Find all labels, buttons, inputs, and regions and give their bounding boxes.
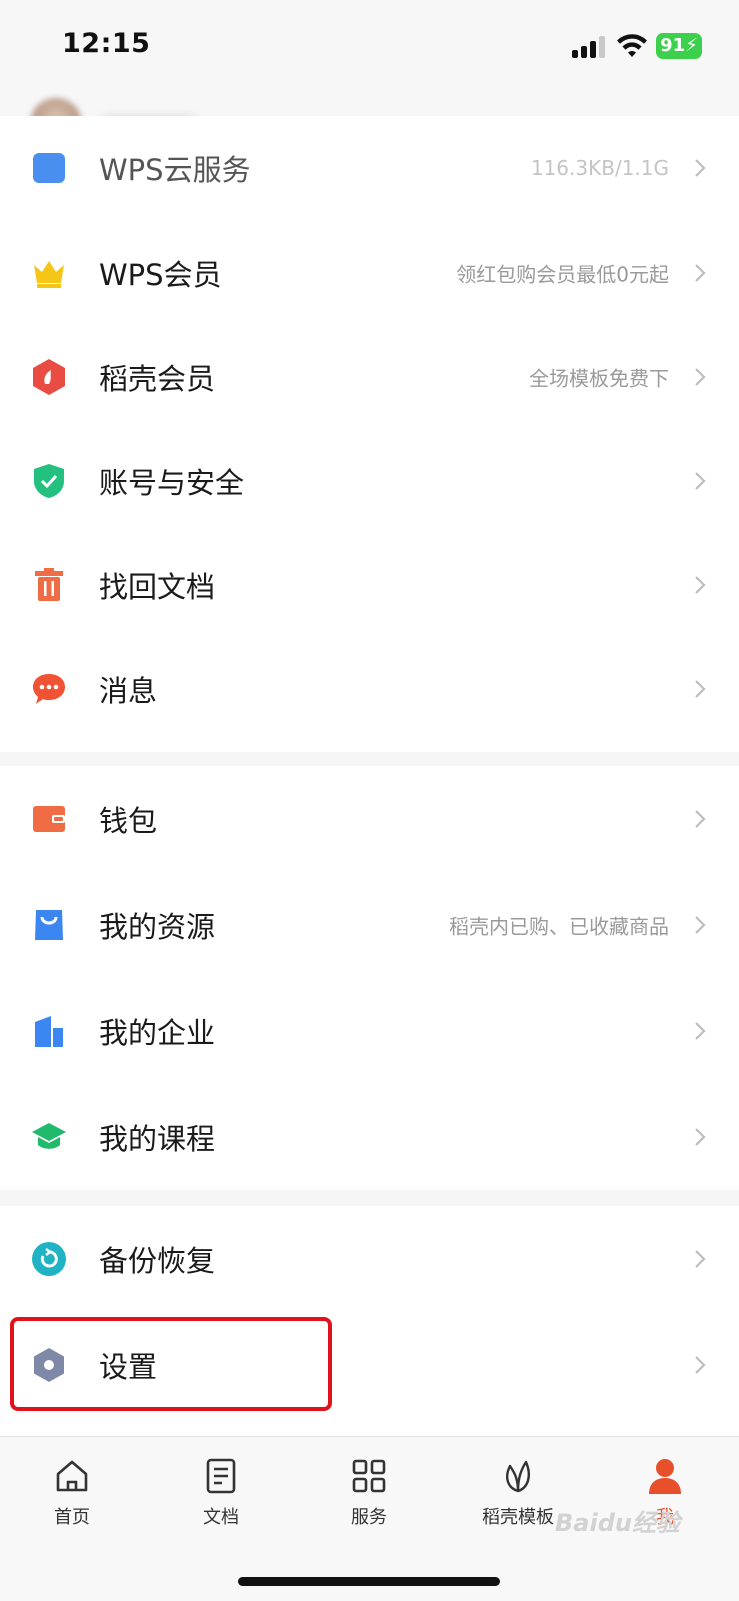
home-icon	[12, 1453, 132, 1499]
menu-group-account: WPS云服务 116.3KB/1.1G WPS会员 领红包购会员最低0元起 稻壳…	[0, 116, 739, 752]
tab-label: 首页	[54, 1507, 90, 1528]
status-bar: 12:15 91⚡	[0, 0, 739, 92]
menu-item-label: WPS云服务	[99, 153, 251, 187]
docer-icon	[30, 358, 68, 396]
menu-item-my-resources[interactable]: 我的资源 稻壳内已购、已收藏商品	[0, 872, 739, 978]
menu-item-label: 我的课程	[99, 1122, 216, 1156]
menu-item-wps-member[interactable]: WPS会员 领红包购会员最低0元起	[0, 220, 739, 326]
chevron-right-icon	[695, 1250, 706, 1268]
trash-icon	[30, 566, 68, 604]
cloud-icon	[30, 149, 68, 187]
settings-highlight-box	[10, 1317, 332, 1411]
chevron-right-icon	[695, 916, 706, 934]
menu-item-backup-restore[interactable]: 备份恢复	[0, 1206, 739, 1312]
tab-label: 服务	[351, 1507, 387, 1528]
menu-item-recover-docs[interactable]: 找回文档	[0, 532, 739, 638]
tab-services[interactable]: 服务	[309, 1453, 429, 1533]
chevron-right-icon	[695, 1022, 706, 1040]
backup-icon	[30, 1240, 68, 1278]
menu-item-subtitle: 领红包购会员最低0元起	[456, 262, 669, 287]
shopping-bag-icon	[30, 906, 68, 944]
building-icon	[30, 1012, 68, 1050]
menu-item-label: 账号与安全	[99, 466, 245, 500]
tab-docs[interactable]: 文档	[161, 1453, 281, 1533]
menu-item-label: 我的企业	[99, 1016, 216, 1050]
menu-item-label: WPS会员	[99, 258, 222, 292]
menu-item-subtitle: 全场模板免费下	[529, 366, 669, 391]
chevron-right-icon	[695, 1128, 706, 1146]
chevron-right-icon	[695, 264, 706, 282]
watermark: Baidu经验	[555, 1509, 680, 1537]
menu-item-label: 找回文档	[99, 570, 216, 604]
menu-item-messages[interactable]: 消息	[0, 636, 739, 742]
chevron-right-icon	[695, 680, 706, 698]
status-time: 12:15	[62, 28, 151, 59]
menu-item-label: 钱包	[99, 804, 158, 838]
menu-item-subtitle: 116.3KB/1.1G	[530, 156, 669, 180]
chevron-right-icon	[695, 368, 706, 386]
menu-item-wallet[interactable]: 钱包	[0, 766, 739, 872]
signal-icon	[572, 36, 606, 58]
home-indicator[interactable]	[238, 1577, 500, 1586]
menu-item-my-courses[interactable]: 我的课程	[0, 1084, 739, 1190]
chevron-right-icon	[695, 472, 706, 490]
battery-indicator: 91⚡	[656, 33, 702, 59]
chevron-right-icon	[695, 576, 706, 594]
menu-item-label: 我的资源	[99, 910, 216, 944]
shield-icon	[30, 462, 68, 500]
user-icon	[605, 1453, 725, 1499]
message-icon	[30, 670, 68, 708]
chevron-right-icon	[695, 810, 706, 828]
menu-item-label: 备份恢复	[99, 1244, 216, 1278]
leaf-icon	[458, 1453, 578, 1499]
menu-item-docer-member[interactable]: 稻壳会员 全场模板免费下	[0, 324, 739, 430]
menu-item-cloud[interactable]: WPS云服务 116.3KB/1.1G	[0, 116, 739, 220]
crown-icon	[30, 254, 68, 292]
menu-item-subtitle: 稻壳内已购、已收藏商品	[449, 914, 669, 939]
menu-item-label: 稻壳会员	[99, 362, 216, 396]
chevron-right-icon	[695, 1356, 706, 1374]
menu-item-account-security[interactable]: 账号与安全	[0, 428, 739, 534]
grid-icon	[309, 1453, 429, 1499]
menu-item-my-company[interactable]: 我的企业	[0, 978, 739, 1084]
graduation-cap-icon	[30, 1118, 68, 1156]
menu-group-services: 钱包 我的资源 稻壳内已购、已收藏商品 我的企业 我的课程	[0, 766, 739, 1190]
wifi-icon	[617, 34, 647, 57]
chevron-right-icon	[695, 159, 706, 177]
document-icon	[161, 1453, 281, 1499]
menu-item-label: 消息	[99, 674, 158, 708]
tab-home[interactable]: 首页	[12, 1453, 132, 1533]
tab-label: 文档	[203, 1507, 239, 1528]
wallet-icon	[30, 800, 68, 838]
